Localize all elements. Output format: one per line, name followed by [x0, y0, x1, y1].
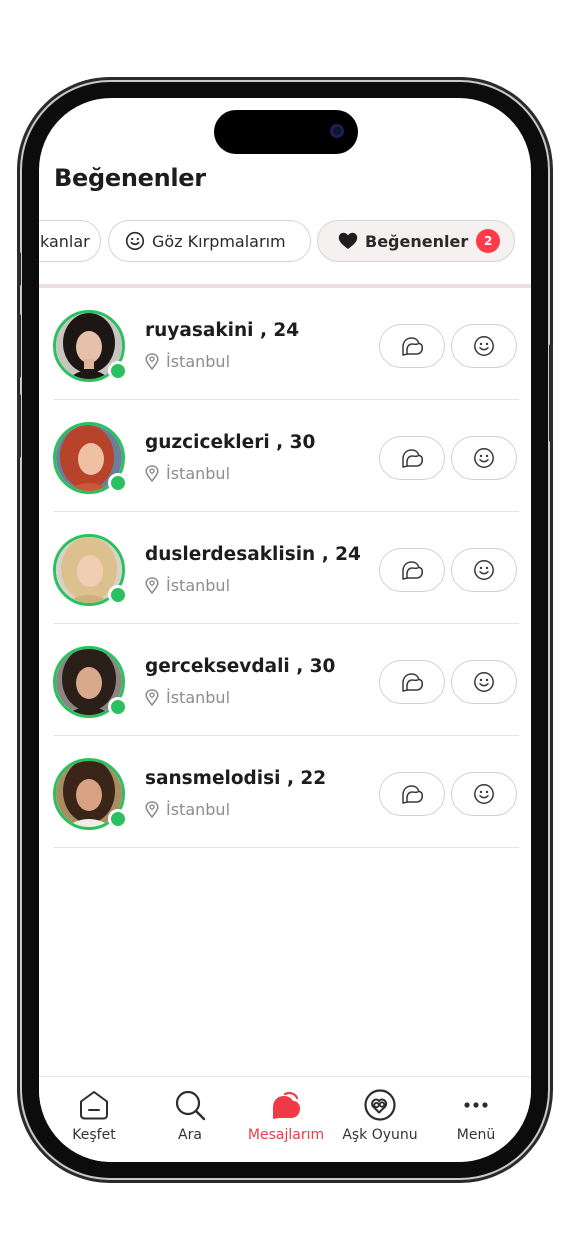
row-divider	[53, 847, 519, 848]
tab-mesajlarim[interactable]: Mesajlarım	[237, 1089, 335, 1143]
online-status-dot	[108, 697, 128, 717]
chip-label: kanlar	[40, 231, 90, 251]
page-title: Beğenenler	[54, 164, 206, 192]
wink-button[interactable]	[451, 324, 517, 368]
send-message-button[interactable]	[379, 324, 445, 368]
online-status-dot	[108, 361, 128, 381]
location-pin-icon	[145, 577, 159, 594]
send-message-button[interactable]	[379, 772, 445, 816]
chip-label: Göz Kırpmalarım	[152, 231, 286, 251]
tab-menu[interactable]: Menü	[427, 1089, 525, 1143]
tab-ara[interactable]: Ara	[141, 1089, 239, 1143]
dynamic-island	[214, 110, 358, 154]
user-name-age[interactable]: ruyasakini , 24	[145, 320, 299, 341]
online-status-dot	[108, 585, 128, 605]
location-pin-icon	[145, 689, 159, 706]
front-camera	[330, 124, 344, 138]
chat-bubble-icon	[402, 673, 424, 692]
list-item[interactable]: gerceksevdali , 30 İstanbul	[39, 624, 531, 736]
wink-button[interactable]	[451, 548, 517, 592]
smiley-icon	[474, 448, 494, 468]
tab-label: Aşk Oyunu	[342, 1127, 418, 1143]
wink-button[interactable]	[451, 660, 517, 704]
tab-label: Ara	[178, 1127, 202, 1143]
user-age: , 24	[259, 320, 300, 341]
send-message-button[interactable]	[379, 548, 445, 592]
user-age: , 22	[286, 768, 327, 789]
chip-goz-kirpmalarim[interactable]: Göz Kırpmalarım	[108, 220, 311, 262]
smiley-icon	[474, 560, 494, 580]
list-item[interactable]: ruyasakini , 24 İstanbul	[39, 288, 531, 400]
location-label: İstanbul	[166, 464, 231, 483]
bottom-tab-bar: Keşfet Ara Mesajlarım Aşk Oyunu Menü	[39, 1076, 531, 1162]
filter-chips: kanlar Göz Kırpmalarım Beğenenler 2	[39, 220, 531, 266]
location-label: İstanbul	[166, 688, 231, 707]
wink-button[interactable]	[451, 772, 517, 816]
username: guzcicekleri	[145, 432, 270, 453]
more-dots-icon	[464, 1102, 488, 1108]
user-name-age[interactable]: duslerdesaklisin , 24	[145, 544, 361, 565]
tab-kesfet[interactable]: Keşfet	[45, 1089, 143, 1143]
location-pin-icon	[145, 801, 159, 818]
chat-bubble-icon	[402, 337, 424, 356]
location-label: İstanbul	[166, 352, 231, 371]
online-status-dot	[108, 809, 128, 829]
location-pin-icon	[145, 465, 159, 482]
list-item[interactable]: guzcicekleri , 30 İstanbul	[39, 400, 531, 512]
tab-label: Keşfet	[72, 1127, 116, 1143]
user-location: İstanbul	[145, 688, 230, 707]
username: ruyasakini	[145, 320, 254, 341]
user-name-age[interactable]: guzcicekleri , 30	[145, 432, 315, 453]
list-item[interactable]: sansmelodisi , 22 İstanbul	[39, 736, 531, 848]
tab-label: Menü	[456, 1127, 496, 1143]
send-message-button[interactable]	[379, 436, 445, 480]
list-item[interactable]: duslerdesaklisin , 24 İstanbul	[39, 512, 531, 624]
user-age: , 24	[321, 544, 361, 565]
user-location: İstanbul	[145, 576, 230, 595]
user-age: , 30	[276, 432, 316, 453]
tab-label: Mesajlarım	[247, 1127, 325, 1143]
user-age: , 30	[296, 656, 336, 677]
heart-icon	[338, 232, 358, 250]
chat-bubble-icon	[402, 785, 424, 804]
phone-frame: Beğenenler kanlar Göz Kırpmalarım Beğene…	[17, 82, 553, 1178]
username: gerceksevdali	[145, 656, 290, 677]
smiley-icon	[125, 231, 145, 251]
location-label: İstanbul	[166, 576, 231, 595]
user-location: İstanbul	[145, 352, 230, 371]
love-game-icon	[364, 1089, 396, 1121]
chat-bubble-icon	[402, 449, 424, 468]
send-message-button[interactable]	[379, 660, 445, 704]
app-screen: Beğenenler kanlar Göz Kırpmalarım Beğene…	[39, 98, 531, 1162]
online-status-dot	[108, 473, 128, 493]
home-icon	[80, 1091, 108, 1120]
chat-bubble-icon	[402, 561, 424, 580]
smiley-icon	[474, 672, 494, 692]
location-pin-icon	[145, 353, 159, 370]
smiley-icon	[474, 784, 494, 804]
chip-kanlar[interactable]: kanlar	[39, 220, 101, 262]
chip-begenenler[interactable]: Beğenenler 2	[317, 220, 515, 262]
username: duslerdesaklisin	[145, 544, 316, 565]
chat-bubble-icon	[273, 1091, 300, 1119]
power-button	[549, 344, 553, 442]
user-location: İstanbul	[145, 464, 230, 483]
user-name-age[interactable]: gerceksevdali , 30	[145, 656, 335, 677]
search-icon	[175, 1090, 206, 1121]
volume-down-button	[17, 394, 21, 458]
user-name-age[interactable]: sansmelodisi , 22	[145, 768, 326, 789]
tab-ask-oyunu[interactable]: Aşk Oyunu	[331, 1089, 429, 1143]
wink-button[interactable]	[451, 436, 517, 480]
count-badge: 2	[476, 229, 501, 253]
mute-switch	[17, 252, 21, 286]
username: sansmelodisi	[145, 768, 281, 789]
volume-up-button	[17, 314, 21, 378]
smiley-icon	[474, 336, 494, 356]
chip-label: Beğenenler	[365, 231, 469, 251]
user-location: İstanbul	[145, 800, 230, 819]
location-label: İstanbul	[166, 800, 231, 819]
